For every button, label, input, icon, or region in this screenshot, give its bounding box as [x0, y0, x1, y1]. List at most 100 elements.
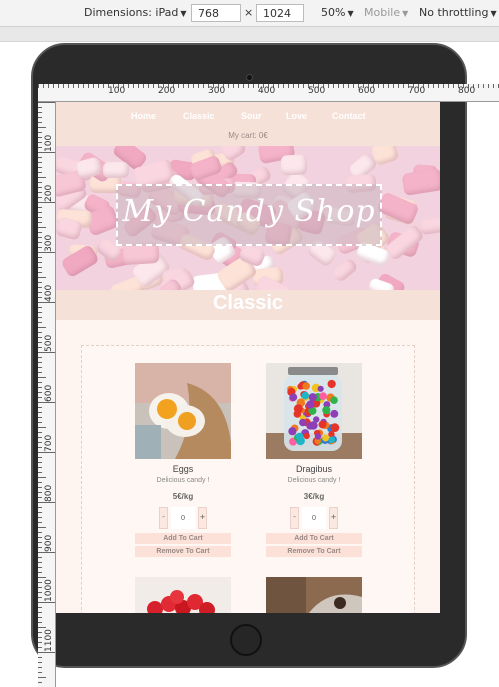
- jelly-bean: [330, 423, 340, 433]
- dimensions-label: Dimensions: iPad: [84, 6, 179, 19]
- ruler-tick: [38, 257, 42, 258]
- ruler-tick: [38, 417, 42, 418]
- ruler-tick: [278, 84, 279, 88]
- device-viewport[interactable]: Home Classic Sour Love Contact My cart: …: [56, 102, 440, 613]
- cart-total[interactable]: My cart: 0€: [56, 131, 440, 140]
- dropdown-caret-icon: ▼: [402, 9, 409, 18]
- ruler-tick: [38, 267, 42, 268]
- ruler-tick: [38, 432, 42, 433]
- marshmallow-shape: [102, 161, 130, 178]
- ruler-label: 500: [308, 86, 326, 96]
- remove-from-cart-button[interactable]: Remove To Cart: [266, 546, 362, 557]
- ruler-tick: [38, 84, 39, 88]
- ruler-tick: [38, 347, 42, 348]
- ruler-tick: [398, 84, 399, 88]
- ruler-tick: [38, 217, 42, 218]
- nav-contact[interactable]: Contact: [332, 111, 366, 121]
- throttle-dropdown[interactable]: No throttling ▼: [419, 6, 497, 19]
- ruler-tick: [38, 327, 46, 328]
- ruler-tick: [288, 84, 289, 88]
- ruler-tick: [178, 84, 179, 88]
- decrement-button[interactable]: -: [290, 507, 299, 529]
- ruler-tick: [38, 672, 42, 673]
- ruler-tick: [353, 84, 354, 88]
- ruler-tick: [38, 617, 42, 618]
- increment-button[interactable]: +: [198, 507, 207, 529]
- ruler-tick: [38, 447, 42, 448]
- ruler-tick: [38, 412, 42, 413]
- ruler-tick: [333, 84, 334, 88]
- zoom-dropdown[interactable]: 50% ▼: [321, 6, 354, 19]
- ruler-tick: [38, 287, 42, 288]
- ruler-tick: [38, 642, 42, 643]
- remove-from-cart-button[interactable]: Remove To Cart: [135, 546, 231, 557]
- ruler-tick: [38, 367, 42, 368]
- quantity-field[interactable]: 0: [171, 507, 195, 529]
- nav-home[interactable]: Home: [131, 111, 156, 121]
- ruler-tick: [38, 582, 42, 583]
- add-to-cart-button[interactable]: Add To Cart: [135, 533, 231, 544]
- ruler-tick: [38, 387, 42, 388]
- ruler-tick: [38, 627, 46, 628]
- height-input[interactable]: 1024: [256, 4, 304, 22]
- ruler-label: 100: [44, 134, 54, 152]
- ruler-tick: [38, 457, 42, 458]
- ruler-tick: [38, 272, 42, 273]
- quantity-field[interactable]: 0: [302, 507, 326, 529]
- ruler-tick: [38, 492, 42, 493]
- decrement-button[interactable]: -: [159, 507, 168, 529]
- marshmallow-shape: [330, 256, 359, 284]
- ruler-tick: [38, 197, 42, 198]
- mobile-dropdown[interactable]: Mobile ▼: [364, 6, 408, 19]
- ruler-tick: [53, 84, 54, 88]
- ruler-tick: [38, 177, 46, 178]
- ruler-tick: [38, 452, 55, 453]
- ruler-tick: [403, 84, 404, 88]
- ruler-tick: [38, 612, 42, 613]
- add-to-cart-button[interactable]: Add To Cart: [266, 533, 362, 544]
- ruler-tick: [103, 84, 104, 88]
- ruler-tick: [183, 84, 184, 88]
- dropdown-caret-icon: ▼: [347, 9, 354, 18]
- ruler-tick: [248, 84, 249, 88]
- jelly-bean: [301, 391, 310, 400]
- jelly-bean: [318, 420, 327, 429]
- ruler-tick: [188, 84, 189, 88]
- nav-love[interactable]: Love: [286, 111, 307, 121]
- ruler-tick: [58, 84, 59, 88]
- dropdown-caret-icon: ▼: [180, 9, 187, 18]
- devtools-toolbar: Dimensions: iPad ▼ 768 × 1024 50% ▼ Mobile…: [0, 0, 499, 27]
- product-price: 3€/kg: [303, 492, 325, 501]
- ruler-tick: [38, 632, 42, 633]
- ruler-tick: [38, 547, 42, 548]
- ruler-tick: [493, 84, 494, 88]
- jelly-bean: [330, 409, 339, 418]
- nav-sour[interactable]: Sour: [241, 111, 262, 121]
- ruler-label: 800: [44, 484, 54, 502]
- jelly-bean: [302, 382, 310, 390]
- ruler-label: 400: [258, 86, 276, 96]
- nav-classic[interactable]: Classic: [183, 111, 215, 121]
- ruler-tick: [38, 572, 42, 573]
- ruler-label: 500: [44, 334, 54, 352]
- ruler-label: 600: [358, 86, 376, 96]
- ruler-tick: [38, 252, 55, 253]
- ruler-tick: [38, 517, 42, 518]
- jelly-bean: [295, 432, 304, 441]
- section-title: Classic: [212, 292, 284, 314]
- jelly-bean: [327, 379, 336, 389]
- jelly-bean: [303, 432, 310, 440]
- ruler-tick: [38, 132, 42, 133]
- ruler-label: 200: [44, 184, 54, 202]
- main-nav: Home Classic Sour Love Contact My cart: …: [56, 102, 440, 146]
- width-input[interactable]: 768: [191, 4, 241, 22]
- dimensions-dropdown[interactable]: Dimensions: iPad ▼: [84, 6, 186, 19]
- ruler-tick: [38, 577, 46, 578]
- ruler-tick: [38, 397, 42, 398]
- ruler-tick: [38, 237, 42, 238]
- ruler-tick: [38, 297, 42, 298]
- ruler-tick: [343, 84, 344, 88]
- ruler-tick: [38, 187, 42, 188]
- increment-button[interactable]: +: [329, 507, 338, 529]
- jelly-bean: [299, 418, 307, 427]
